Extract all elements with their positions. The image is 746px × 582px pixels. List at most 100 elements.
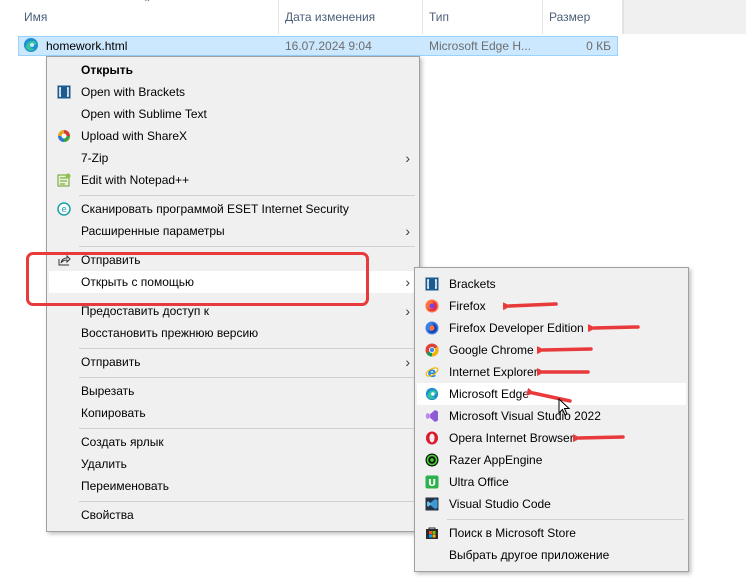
app-brackets-label: Brackets xyxy=(449,277,496,291)
app-visual-studio-2022[interactable]: Microsoft Visual Studio 2022 xyxy=(417,405,686,427)
menu-advanced-label: Расширенные параметры xyxy=(81,224,225,238)
sort-arrow-icon: ⌃ xyxy=(143,0,152,9)
menu-7zip-label: 7-Zip xyxy=(81,151,109,165)
file-name: homework.html xyxy=(46,39,128,53)
visual-studio-icon xyxy=(424,408,440,424)
menu-open-with-brackets[interactable]: Open with Brackets xyxy=(49,81,417,103)
annotation-highlight-box xyxy=(26,252,369,306)
brackets-icon xyxy=(424,276,440,292)
app-firefox-dev-label: Firefox Developer Edition xyxy=(449,321,584,335)
app-chrome[interactable]: Google Chrome xyxy=(417,339,686,361)
file-size: 0 КБ xyxy=(586,39,611,53)
chevron-right-icon: › xyxy=(405,274,410,290)
menu-advanced[interactable]: Расширенные параметры › xyxy=(49,220,417,242)
menu-cut-label: Вырезать xyxy=(81,384,135,398)
app-ie-label: Internet Explorer xyxy=(449,365,538,379)
menu-delete[interactable]: Удалить xyxy=(49,453,417,475)
menu-properties-label: Свойства xyxy=(81,508,134,522)
header-empty-area xyxy=(623,0,746,34)
app-vs2022-label: Microsoft Visual Studio 2022 xyxy=(449,409,601,423)
app-ultra-label: Ultra Office xyxy=(449,475,509,489)
menu-sharex-label: Upload with ShareX xyxy=(81,129,188,143)
menu-upload-sharex[interactable]: Upload with ShareX xyxy=(49,125,417,147)
column-name-label: Имя xyxy=(24,10,48,24)
app-microsoft-edge[interactable]: Microsoft Edge xyxy=(417,383,686,405)
menu-send-to-label: Отправить xyxy=(81,355,141,369)
menu-copy-label: Копировать xyxy=(81,406,146,420)
vscode-icon xyxy=(424,496,440,512)
menu-send-to[interactable]: Отправить › xyxy=(49,351,417,373)
column-size[interactable]: Размер xyxy=(543,0,623,34)
column-header-bar: Имя ⌃ Дата изменения Тип Размер xyxy=(0,0,746,34)
menu-separator xyxy=(79,195,415,196)
menu-rename-label: Переименовать xyxy=(81,479,169,493)
menu-separator xyxy=(79,428,415,429)
menu-separator xyxy=(79,348,415,349)
column-type-label: Тип xyxy=(429,10,450,24)
menu-separator xyxy=(447,519,684,520)
firefox-icon xyxy=(424,298,440,314)
sharex-icon xyxy=(56,128,72,144)
store-icon xyxy=(424,525,440,541)
chevron-right-icon: › xyxy=(405,303,410,319)
column-size-label: Размер xyxy=(549,10,591,24)
app-brackets[interactable]: Brackets xyxy=(417,273,686,295)
app-store-label: Поиск в Microsoft Store xyxy=(449,526,576,540)
app-internet-explorer[interactable]: e Internet Explorer xyxy=(417,361,686,383)
file-date: 16.07.2024 9:04 xyxy=(285,39,372,53)
menu-separator xyxy=(79,246,415,247)
menu-brackets-label: Open with Brackets xyxy=(81,85,186,99)
svg-text:e: e xyxy=(61,205,67,215)
menu-notepadpp-label: Edit with Notepad++ xyxy=(81,173,190,187)
brackets-icon xyxy=(56,84,72,100)
app-firefox[interactable]: Firefox xyxy=(417,295,686,317)
mouse-cursor-icon xyxy=(558,398,571,416)
menu-open-with-sublime[interactable]: Open with Sublime Text xyxy=(49,103,417,125)
app-search-store[interactable]: Поиск в Microsoft Store xyxy=(417,522,686,544)
menu-edit-notepadpp[interactable]: Edit with Notepad++ xyxy=(49,169,417,191)
chevron-right-icon: › xyxy=(405,150,410,166)
menu-7zip[interactable]: 7-Zip › xyxy=(49,147,417,169)
chevron-right-icon: › xyxy=(405,223,410,239)
app-ultra-office[interactable]: U Ultra Office xyxy=(417,471,686,493)
column-date[interactable]: Дата изменения xyxy=(279,0,423,34)
menu-cut[interactable]: Вырезать xyxy=(49,380,417,402)
opera-icon xyxy=(424,430,440,446)
app-vscode[interactable]: Visual Studio Code xyxy=(417,493,686,515)
app-vscode-label: Visual Studio Code xyxy=(449,497,551,511)
menu-copy[interactable]: Копировать xyxy=(49,402,417,424)
app-firefox-label: Firefox xyxy=(449,299,486,313)
app-firefox-developer[interactable]: Firefox Developer Edition xyxy=(417,317,686,339)
file-type: Microsoft Edge H... xyxy=(429,39,532,53)
notepadpp-icon xyxy=(56,172,72,188)
column-type[interactable]: Тип xyxy=(423,0,543,34)
menu-properties[interactable]: Свойства xyxy=(49,504,417,526)
app-opera[interactable]: Opera Internet Browser xyxy=(417,427,686,449)
internet-explorer-icon: e xyxy=(424,364,440,380)
menu-restore[interactable]: Восстановить прежнюю версию xyxy=(49,322,417,344)
open-with-submenu: Brackets Firefox Firefox Developer Editi… xyxy=(414,267,689,572)
app-chrome-label: Google Chrome xyxy=(449,343,534,357)
firefox-developer-icon xyxy=(424,320,440,336)
menu-rename[interactable]: Переименовать xyxy=(49,475,417,497)
edge-icon xyxy=(424,386,440,402)
file-row[interactable]: homework.html 16.07.2024 9:04 Microsoft … xyxy=(18,36,618,56)
svg-text:U: U xyxy=(428,478,436,489)
menu-open-label: Открыть xyxy=(81,63,134,77)
menu-sublime-label: Open with Sublime Text xyxy=(81,107,207,121)
app-choose-other[interactable]: Выбрать другое приложение xyxy=(417,544,686,566)
menu-eset-label: Сканировать программой ESET Internet Sec… xyxy=(81,202,349,216)
column-date-label: Дата изменения xyxy=(285,10,376,24)
eset-icon: e xyxy=(56,201,72,217)
app-razer-label: Razer AppEngine xyxy=(449,453,543,467)
menu-open[interactable]: Открыть xyxy=(49,59,417,81)
menu-give-access-label: Предоставить доступ к xyxy=(81,304,209,318)
app-razer-appengine[interactable]: Razer AppEngine xyxy=(417,449,686,471)
chrome-icon xyxy=(424,342,440,358)
menu-shortcut-label: Создать ярлык xyxy=(81,435,164,449)
menu-create-shortcut[interactable]: Создать ярлык xyxy=(49,431,417,453)
menu-separator xyxy=(79,377,415,378)
chevron-right-icon: › xyxy=(405,354,410,370)
menu-eset-scan[interactable]: e Сканировать программой ESET Internet S… xyxy=(49,198,417,220)
menu-restore-label: Восстановить прежнюю версию xyxy=(81,326,259,340)
